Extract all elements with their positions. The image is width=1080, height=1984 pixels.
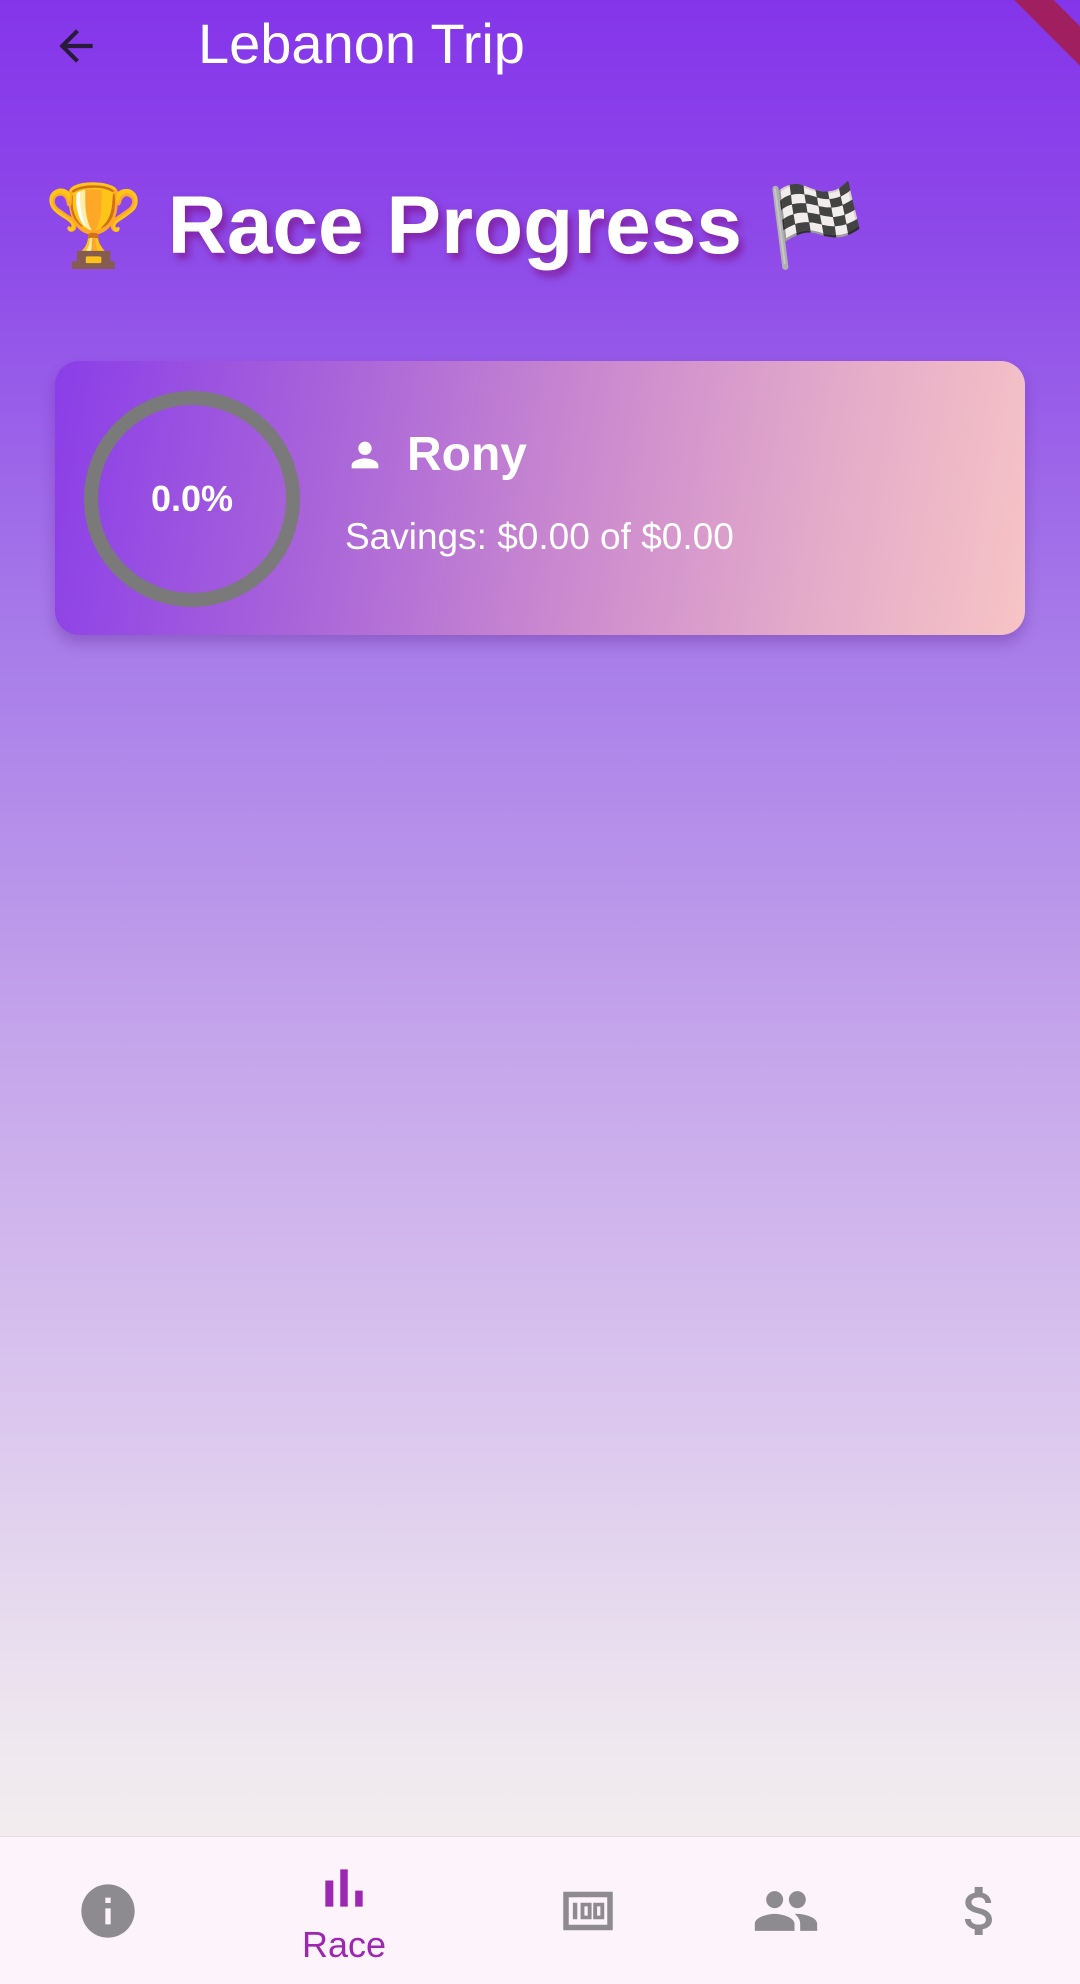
participant-info: Rony Savings: $0.00 of $0.00 (345, 425, 734, 559)
counter-100-icon (563, 1891, 613, 1931)
participant-name-row: Rony (345, 425, 734, 485)
race-progress-heading: 🏆 Race Progress 🏁 (44, 176, 866, 276)
back-button[interactable] (38, 14, 114, 78)
nav-item-people[interactable] (678, 1837, 894, 1984)
info-icon (81, 1884, 135, 1938)
bar-chart-icon (325, 1869, 363, 1907)
nav-item-expenses[interactable] (872, 1837, 1080, 1984)
participant-card[interactable]: 0.0% Rony Savings: $0.00 of $0.00 (55, 361, 1025, 635)
nav-item-race[interactable]: Race (236, 1837, 452, 1984)
trophy-icon: 🏆 (44, 181, 144, 270)
dollar-icon (964, 1887, 992, 1935)
nav-item-info[interactable] (0, 1837, 216, 1984)
screen: Lebanon Trip 🏆 Race Progress 🏁 0.0% Rony… (0, 0, 1080, 1984)
person-icon (351, 441, 379, 469)
participant-name: Rony (407, 428, 527, 481)
savings-text: Savings: $0.00 of $0.00 (345, 516, 734, 557)
nav-label-race: Race (301, 1924, 387, 1965)
arrow-back-icon (59, 29, 93, 63)
people-icon (754, 1891, 818, 1931)
nav-item-counter[interactable] (480, 1837, 696, 1984)
debug-banner (1005, 0, 1080, 77)
page-title: Race Progress (167, 180, 742, 271)
app-bar: Lebanon Trip (0, 0, 1080, 92)
app-title: Lebanon Trip (198, 12, 525, 75)
progress-ring: 0.0% (82, 389, 302, 609)
checkered-flag-icon: 🏁 (765, 181, 866, 270)
bottom-navigation: Race (0, 1836, 1080, 1984)
progress-percent: 0.0% (150, 478, 234, 519)
